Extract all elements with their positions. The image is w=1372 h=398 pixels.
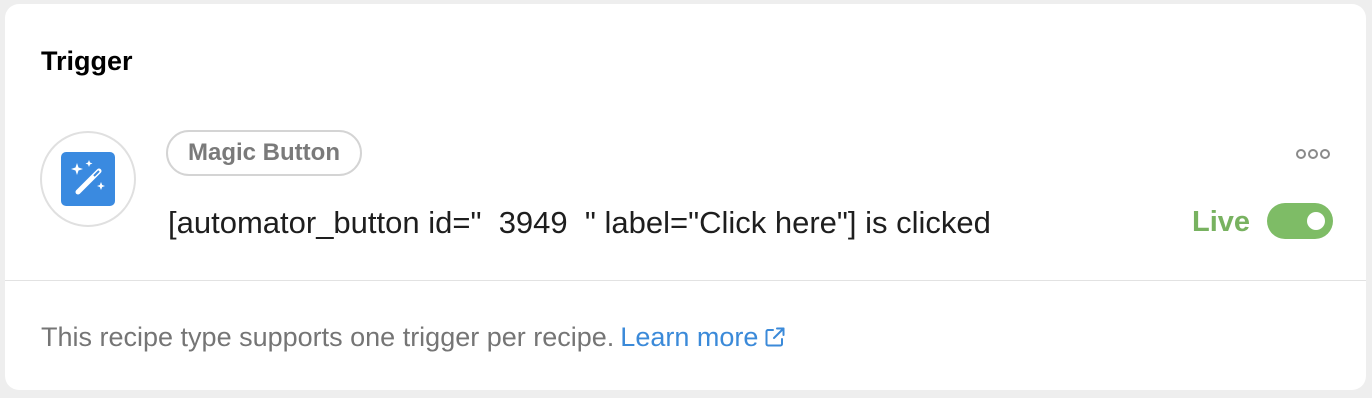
live-toggle[interactable] [1267, 203, 1333, 239]
integration-avatar [40, 131, 136, 227]
more-options-button[interactable] [1293, 144, 1333, 164]
external-link-icon [765, 327, 785, 347]
integration-badge: Magic Button [166, 130, 362, 176]
learn-more-link[interactable]: Learn more [620, 322, 786, 352]
learn-more-label: Learn more [620, 322, 759, 352]
toggle-knob [1307, 212, 1325, 230]
card-title: Trigger [41, 46, 133, 76]
trigger-card: Trigger Magic Button [automator_button i… [5, 4, 1366, 390]
magic-wand-icon [61, 152, 115, 206]
ellipsis-icon [1296, 149, 1330, 159]
trigger-sentence[interactable]: [automator_button id=" 3949 " label="Cli… [168, 203, 991, 243]
status-label: Live [1192, 206, 1251, 238]
footer-note: This recipe type supports one trigger pe… [41, 320, 786, 354]
footer-note-text: This recipe type supports one trigger pe… [41, 322, 615, 352]
divider [5, 280, 1366, 281]
